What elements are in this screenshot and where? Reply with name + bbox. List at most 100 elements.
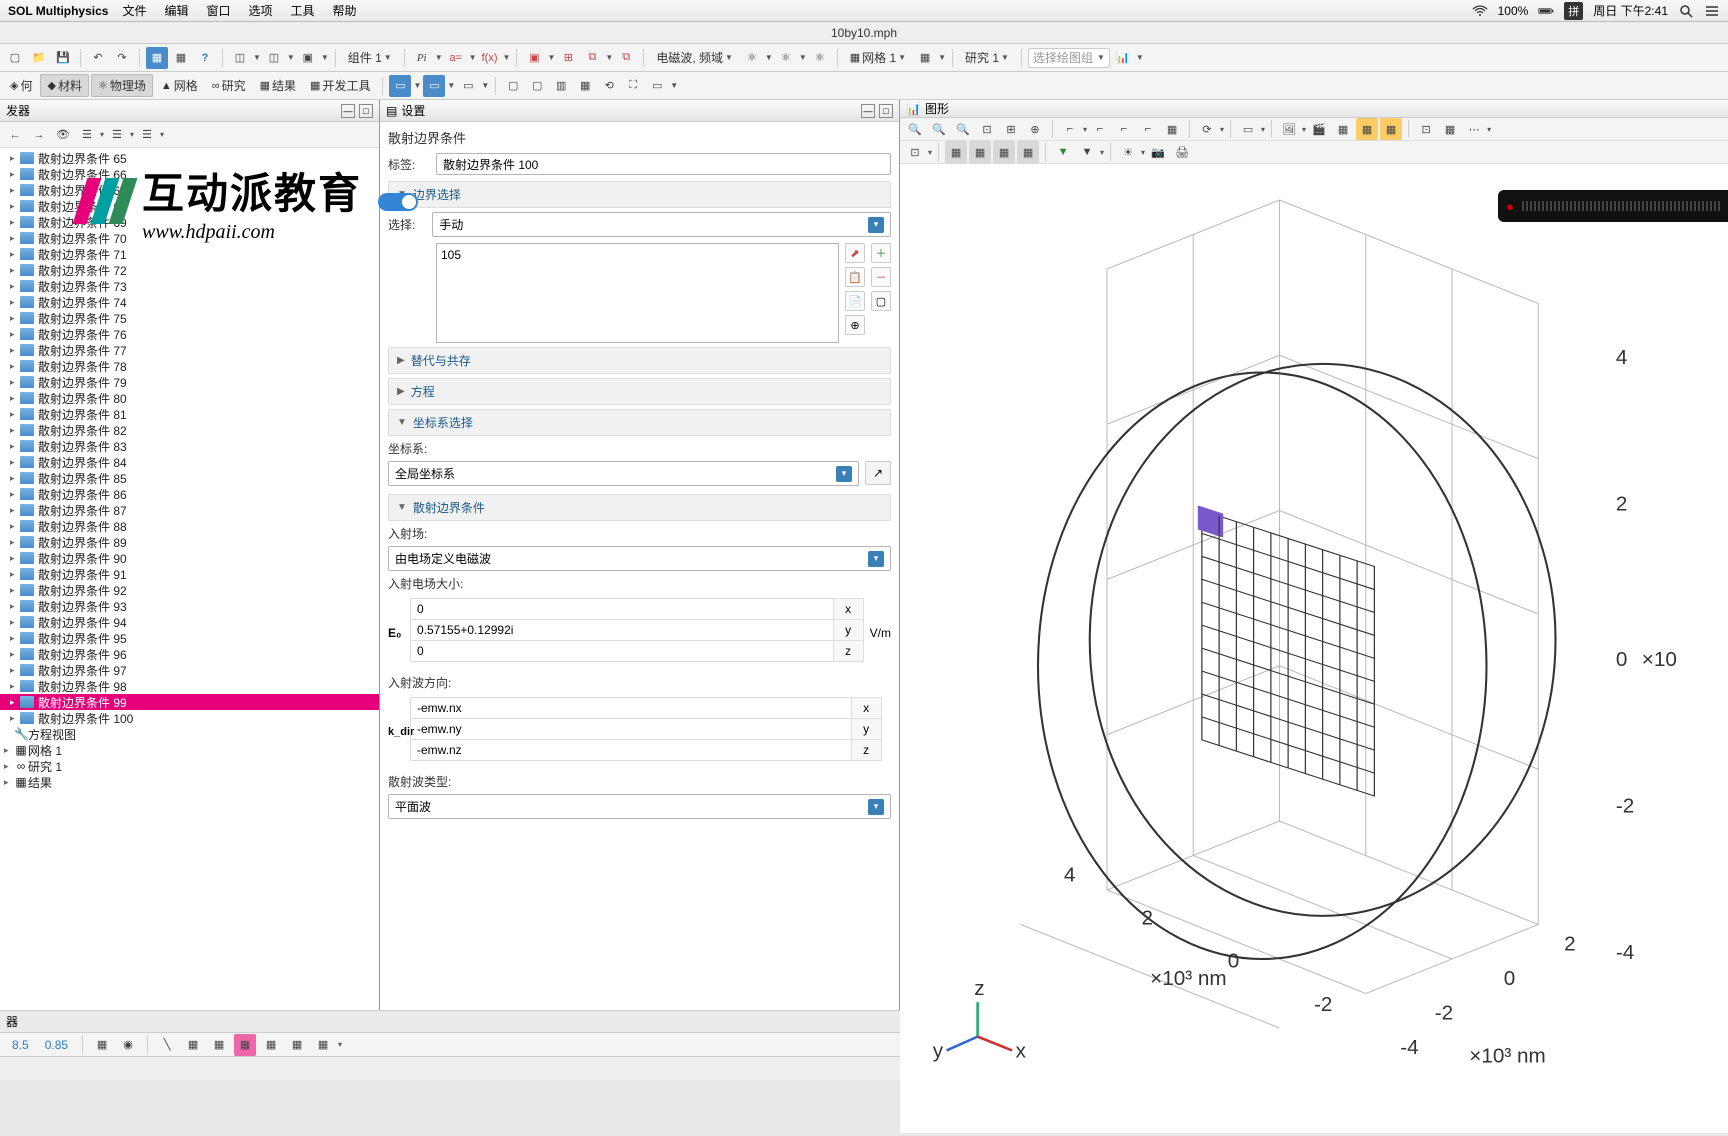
tree-item[interactable]: ▸散射边界条件 67 [0, 182, 379, 198]
wifi-icon[interactable] [1472, 3, 1488, 19]
coord-dropdown[interactable]: 全局坐标系▾ [388, 461, 859, 486]
dropdown-icon[interactable]: ▾ [338, 1040, 342, 1049]
tree-item-eqview[interactable]: 🔧方程视图 [0, 726, 379, 742]
menu-list-icon[interactable] [1704, 3, 1720, 19]
light-icon[interactable]: ☀ [1117, 141, 1139, 163]
e0-x-input[interactable]: 0 [411, 599, 834, 620]
copy-icon[interactable]: 📋 [845, 267, 865, 287]
window2-icon[interactable]: ▭ [423, 75, 445, 97]
tree-item[interactable]: ▸散射边界条件 86 [0, 486, 379, 502]
sel-dom-icon[interactable]: ▦ [1356, 118, 1378, 140]
print-icon[interactable]: 🖨 [1171, 141, 1193, 163]
tree-item[interactable]: ▸散射边界条件 93 [0, 598, 379, 614]
minimize-icon[interactable]: — [341, 104, 355, 118]
filter-icon[interactable]: ▼ [1052, 141, 1074, 163]
menu-file[interactable]: 文件 [122, 2, 146, 19]
zoom-box-icon[interactable]: ⊡ [976, 118, 998, 140]
component-selector[interactable]: 组件 1 ▼ [342, 49, 398, 66]
tree-item[interactable]: ▸散射边界条件 79 [0, 374, 379, 390]
refresh-icon[interactable]: ⟳ [1196, 118, 1218, 140]
tile-icon[interactable]: ▦ [574, 75, 596, 97]
dropdown-icon[interactable]: ▾ [1487, 125, 1491, 134]
dropdown-icon[interactable]: ▾ [1302, 125, 1306, 134]
dropdown-icon[interactable]: ▼ [321, 53, 329, 62]
e0-z-input[interactable]: 0 [411, 641, 834, 662]
tree-item[interactable]: ▸散射边界条件 74 [0, 294, 379, 310]
tree-item[interactable]: ▸散射边界条件 99 [0, 694, 379, 710]
e0-y-input[interactable]: 0.57155+0.12992i [411, 620, 834, 641]
link2-icon[interactable]: ⧉ [615, 47, 637, 69]
dropdown-icon[interactable]: ▼ [435, 53, 443, 62]
maximize-icon[interactable]: □ [359, 104, 373, 118]
tree-item[interactable]: ▸散射边界条件 72 [0, 262, 379, 278]
more-gfx-icon[interactable]: ⋯ [1463, 118, 1485, 140]
zoom-in-icon[interactable]: 🔍 [928, 118, 950, 140]
variable-icon[interactable]: a= [445, 47, 467, 69]
help-icon[interactable]: ? [194, 47, 216, 69]
pi-icon[interactable]: Pi [411, 47, 433, 69]
paste-icon[interactable]: 📄 [845, 291, 865, 311]
study-selector[interactable]: 研究 1 ▼ [959, 49, 1015, 66]
layout2-icon[interactable]: ▦ [170, 47, 192, 69]
tree-item[interactable]: ▸散射边界条件 73 [0, 278, 379, 294]
tree-item[interactable]: ▸散射边界条件 65 [0, 150, 379, 166]
tab-materials[interactable]: ◆ 材料 [40, 74, 88, 97]
tree-item[interactable]: ▸散射边界条件 92 [0, 582, 379, 598]
mesh-selector[interactable]: ▦ 网格 1 ▼ [844, 49, 912, 66]
sel-bnd-icon[interactable]: ▦ [1380, 118, 1402, 140]
dropdown-icon[interactable]: ▼ [481, 81, 489, 90]
tab-results[interactable]: ▦ 结果 [254, 77, 302, 94]
plot-group-selector[interactable]: 选择绘图组 ▼ [1028, 48, 1110, 68]
add-material-icon[interactable]: ⊞ [557, 47, 579, 69]
rotate-icon[interactable]: ⊕ [1024, 118, 1046, 140]
tree-item[interactable]: ▸散射边界条件 94 [0, 614, 379, 630]
dropdown-icon[interactable]: ▾ [100, 130, 104, 139]
more-icon[interactable]: ▭ [646, 75, 668, 97]
save-icon[interactable]: 💾 [52, 47, 74, 69]
graphics-canvas[interactable]: z x y 4 2 0 ×10 -2 -4 4 2 0 -2 -4 [900, 164, 1728, 1133]
sel-all-icon[interactable]: ⊡ [904, 141, 926, 163]
coord-frame-icon[interactable]: ↗ [865, 461, 891, 485]
yz-view-icon[interactable]: ⌐ [1089, 118, 1111, 140]
tree-item[interactable]: ▸散射边界条件 100 [0, 710, 379, 726]
default-view-icon[interactable]: ⌐ [1137, 118, 1159, 140]
select-toggle-icon[interactable]: ⬈ [845, 243, 865, 263]
expand-icon[interactable]: → [28, 124, 50, 146]
geom-icon[interactable]: ◫ [229, 47, 251, 69]
dropdown-icon[interactable]: ▾ [130, 130, 134, 139]
dropdown-icon[interactable]: ▾ [1083, 125, 1087, 134]
tree-item[interactable]: ▸散射边界条件 83 [0, 438, 379, 454]
window-icon[interactable]: ▭ [389, 75, 411, 97]
dropdown-icon[interactable]: ▾ [1220, 125, 1224, 134]
desktop2-icon[interactable]: ▢ [526, 75, 548, 97]
reset-icon[interactable]: ⟲ [598, 75, 620, 97]
msg-more-icon[interactable]: ▦ [312, 1034, 334, 1056]
view-icon[interactable]: ▦ [1161, 118, 1183, 140]
tree-item[interactable]: ▸散射边界条件 87 [0, 502, 379, 518]
k-z-input[interactable]: -emw.nz [411, 740, 852, 761]
fx-icon[interactable]: f(x) [479, 47, 501, 69]
desktop-icon[interactable]: ▢ [502, 75, 524, 97]
zoom-sel-icon[interactable]: ⊕ [845, 315, 865, 335]
physics-icon2[interactable]: ⚛ [775, 47, 797, 69]
fullscreen-icon[interactable]: ⛶ [622, 75, 644, 97]
section-sbc[interactable]: ▼散射边界条件 [388, 494, 891, 521]
k-x-input[interactable]: -emw.nx [411, 698, 852, 719]
menu-edit[interactable]: 编辑 [164, 2, 188, 19]
spotlight-icon[interactable] [1678, 3, 1694, 19]
tree-item[interactable]: ▸散射边界条件 97 [0, 662, 379, 678]
tab-geometry[interactable]: ◈ 何 [4, 77, 38, 94]
tab-mesh[interactable]: ▲ 网格 [155, 77, 204, 94]
msg-plot-icon[interactable]: ◉ [117, 1034, 139, 1056]
tree-item[interactable]: ▸散射边界条件 75 [0, 310, 379, 326]
build-icon[interactable]: ▣ [523, 47, 545, 69]
tree-item[interactable]: ▸散射边界条件 95 [0, 630, 379, 646]
dropdown-icon[interactable]: ▼ [469, 53, 477, 62]
block-icon[interactable]: ▣ [297, 47, 319, 69]
dropdown-icon[interactable]: ▼ [670, 81, 678, 90]
tree-item-mesh[interactable]: ▸▦网格 1 [0, 742, 379, 758]
scene-icon[interactable]: ▭ [1237, 118, 1259, 140]
tab-study[interactable]: ∞ 研究 [206, 77, 252, 94]
sel-set-icon[interactable]: ▢ [871, 291, 891, 311]
tree-item[interactable]: ▸散射边界条件 76 [0, 326, 379, 342]
